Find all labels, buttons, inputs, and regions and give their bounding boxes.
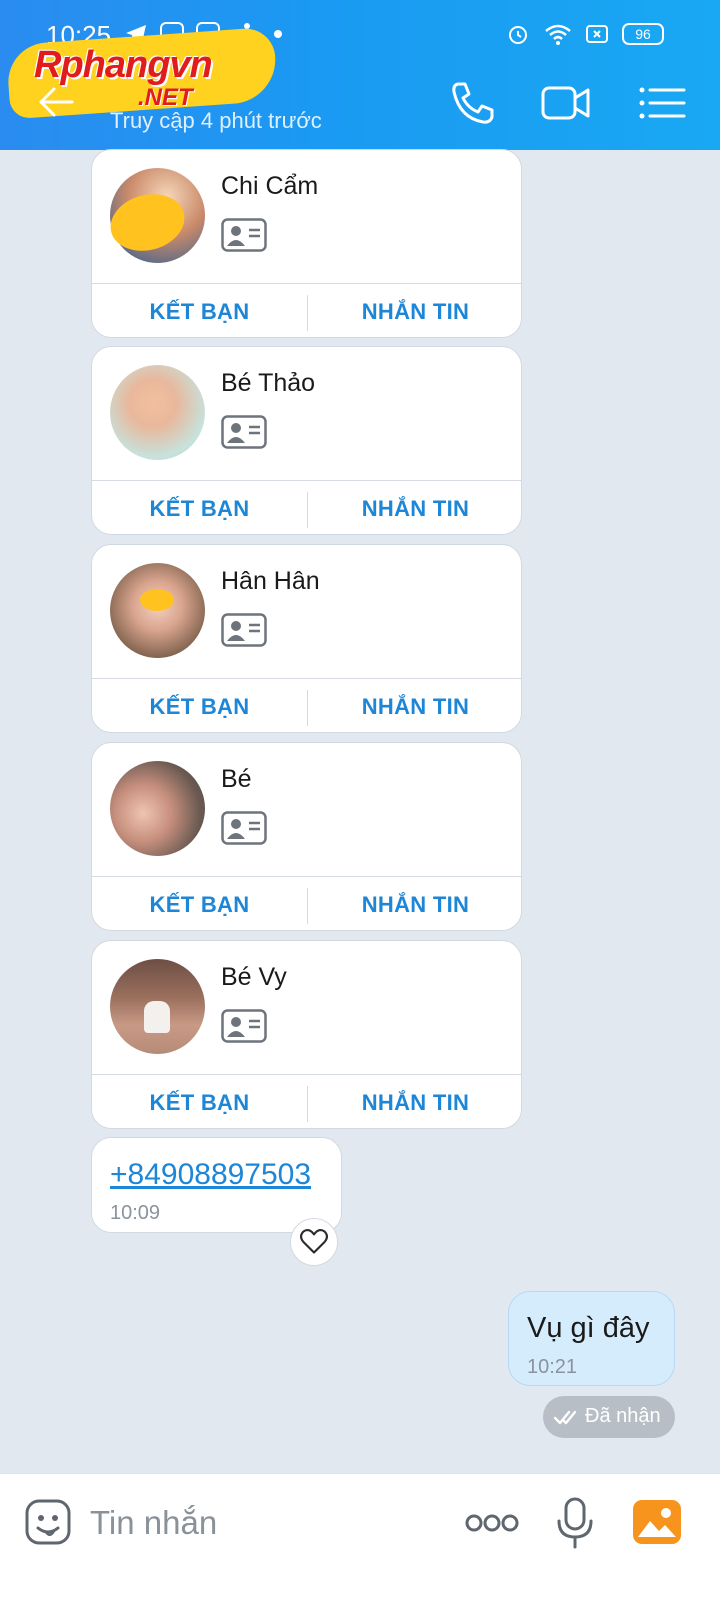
top-bar: 10:25 96 Rphangvn .NET Truy cập 4 phút t…	[0, 0, 720, 150]
double-check-icon	[553, 1410, 577, 1425]
sticker-overlay	[140, 589, 174, 611]
add-friend-button[interactable]: KẾT BẠN	[92, 877, 307, 930]
logo-text: Rphangvn	[34, 44, 213, 86]
more-options-icon[interactable]	[464, 1508, 520, 1538]
contact-name: Chi Cẩm	[221, 172, 319, 200]
delivery-status-label: Đã nhận	[585, 1405, 661, 1427]
contact-card: Chi Cẩm KẾT BẠN NHẮN TIN	[91, 149, 522, 338]
id-card-icon[interactable]	[221, 415, 267, 449]
battery-icon: 96	[622, 23, 664, 45]
message-button[interactable]: NHẮN TIN	[308, 1075, 521, 1128]
id-card-icon[interactable]	[221, 811, 267, 845]
add-friend-button[interactable]: KẾT BẠN	[92, 481, 307, 534]
avatar-figure	[144, 1001, 170, 1033]
avatar[interactable]	[110, 761, 205, 856]
contact-card: Bé KẾT BẠN NHẮN TIN	[91, 742, 522, 931]
contact-name: Bé	[221, 765, 252, 793]
video-call-icon[interactable]	[540, 80, 592, 126]
avatar[interactable]	[110, 365, 205, 460]
alarm-icon	[509, 26, 527, 44]
id-card-icon[interactable]	[221, 613, 267, 647]
sent-message-bubble[interactable]: Vụ gì đây 10:21	[508, 1291, 675, 1386]
received-message-bubble[interactable]: +84908897503 10:09	[91, 1137, 342, 1233]
contact-name: Bé Thảo	[221, 369, 316, 397]
back-arrow-icon[interactable]	[36, 82, 76, 122]
heart-react-icon[interactable]	[290, 1218, 338, 1266]
add-friend-button[interactable]: KẾT BẠN	[92, 284, 307, 337]
id-card-icon[interactable]	[221, 218, 267, 252]
sticker-emoji-icon[interactable]	[24, 1498, 72, 1546]
contact-card: Hân Hân KẾT BẠN NHẮN TIN	[91, 544, 522, 733]
contact-card: Bé Thảo KẾT BẠN NHẮN TIN	[91, 346, 522, 535]
wifi-icon	[545, 24, 571, 45]
add-friend-button[interactable]: KẾT BẠN	[92, 679, 307, 732]
message-text: Vụ gì đây	[527, 1312, 650, 1344]
message-button[interactable]: NHẮN TIN	[308, 481, 521, 534]
message-button[interactable]: NHẮN TIN	[308, 284, 521, 337]
contact-name: Hân Hân	[221, 567, 320, 595]
message-composer	[0, 1473, 720, 1600]
message-button[interactable]: NHẮN TIN	[308, 679, 521, 732]
message-time: 10:09	[110, 1202, 161, 1224]
contact-card: Bé Vy KẾT BẠN NHẮN TIN	[91, 940, 522, 1129]
add-friend-button[interactable]: KẾT BẠN	[92, 1075, 307, 1128]
image-gallery-icon[interactable]	[632, 1499, 682, 1545]
phone-call-icon[interactable]	[446, 80, 498, 126]
phone-number-link[interactable]: +84908897503	[110, 1158, 311, 1192]
message-input[interactable]	[90, 1500, 430, 1546]
message-time: 10:21	[527, 1356, 578, 1378]
last-seen-status: Truy cập 4 phút trước	[110, 108, 322, 133]
system-icons: 96	[506, 22, 664, 46]
microphone-icon[interactable]	[554, 1496, 596, 1550]
message-button[interactable]: NHẮN TIN	[308, 877, 521, 930]
delivery-status-badge: Đã nhận	[543, 1396, 675, 1438]
id-card-icon[interactable]	[221, 1009, 267, 1043]
menu-list-icon[interactable]	[636, 80, 688, 126]
contact-name: Bé Vy	[221, 963, 287, 991]
no-sim-icon	[586, 25, 608, 43]
